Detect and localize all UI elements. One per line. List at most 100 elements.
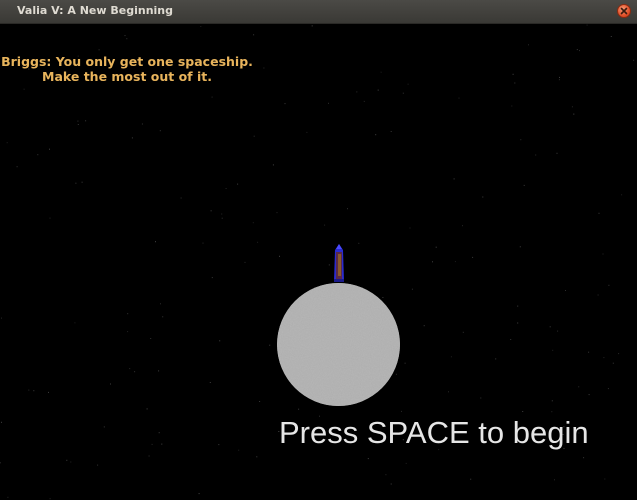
star bbox=[608, 284, 610, 286]
star bbox=[407, 83, 409, 85]
star bbox=[141, 123, 143, 125]
close-button[interactable] bbox=[617, 4, 631, 18]
star bbox=[633, 59, 635, 61]
star bbox=[49, 498, 51, 500]
star bbox=[551, 400, 553, 402]
star bbox=[557, 330, 559, 332]
star bbox=[75, 182, 77, 184]
star bbox=[356, 91, 358, 93]
star bbox=[253, 135, 255, 137]
star bbox=[161, 443, 163, 445]
close-icon bbox=[620, 7, 628, 15]
star bbox=[517, 322, 519, 324]
star bbox=[462, 331, 464, 333]
star bbox=[210, 210, 212, 212]
star bbox=[209, 382, 211, 383]
dialog-line-1: Briggs: You only get one spaceship. bbox=[1, 54, 253, 69]
star bbox=[284, 103, 286, 105]
star bbox=[358, 242, 360, 244]
star bbox=[103, 426, 105, 428]
star bbox=[432, 261, 433, 263]
star bbox=[219, 340, 221, 342]
star bbox=[411, 288, 413, 290]
star bbox=[549, 326, 551, 328]
star bbox=[134, 371, 136, 373]
star bbox=[200, 26, 202, 27]
star bbox=[225, 188, 227, 189]
star bbox=[535, 154, 537, 156]
star bbox=[311, 25, 313, 27]
star bbox=[37, 154, 39, 156]
dialog-line-2: Make the most out of it. bbox=[42, 69, 212, 84]
star bbox=[552, 349, 554, 351]
star bbox=[127, 313, 129, 315]
star bbox=[517, 305, 519, 307]
star bbox=[1, 317, 2, 319]
star bbox=[522, 411, 524, 412]
star bbox=[97, 464, 99, 466]
star bbox=[586, 24, 588, 26]
star bbox=[221, 213, 223, 215]
star bbox=[237, 183, 239, 185]
dialog-text: Briggs: You only get one spaceship. Make… bbox=[0, 54, 254, 84]
star bbox=[279, 255, 280, 257]
star bbox=[579, 50, 580, 52]
star bbox=[244, 261, 246, 263]
star bbox=[126, 38, 128, 40]
star bbox=[588, 351, 590, 353]
star bbox=[480, 397, 482, 399]
star bbox=[151, 443, 153, 445]
star bbox=[276, 212, 278, 214]
star bbox=[380, 71, 382, 73]
star bbox=[33, 390, 35, 392]
spaceship bbox=[334, 244, 344, 282]
star bbox=[405, 462, 407, 464]
star bbox=[66, 459, 68, 461]
star bbox=[221, 217, 223, 219]
star bbox=[160, 303, 161, 305]
star bbox=[583, 457, 585, 459]
star bbox=[298, 408, 300, 410]
star bbox=[1, 421, 2, 423]
star bbox=[98, 49, 100, 51]
star bbox=[618, 353, 620, 355]
star bbox=[367, 458, 369, 460]
star bbox=[252, 222, 254, 224]
star bbox=[470, 478, 472, 480]
title-bar[interactable]: Valia V: A New Beginning bbox=[0, 0, 637, 24]
star bbox=[401, 410, 402, 412]
game-canvas[interactable]: Briggs: You only get one spaceship. Make… bbox=[0, 24, 637, 500]
star bbox=[158, 432, 160, 434]
star bbox=[598, 212, 600, 214]
star bbox=[472, 256, 474, 258]
star bbox=[402, 92, 404, 94]
star bbox=[404, 362, 406, 364]
star bbox=[519, 246, 521, 248]
star bbox=[423, 325, 425, 327]
star bbox=[127, 331, 129, 333]
star bbox=[253, 34, 255, 36]
star bbox=[453, 178, 455, 180]
star bbox=[129, 368, 131, 370]
star bbox=[146, 408, 148, 410]
star bbox=[162, 316, 164, 318]
star bbox=[324, 224, 326, 226]
star bbox=[607, 388, 609, 390]
star bbox=[597, 294, 599, 296]
planet bbox=[277, 283, 400, 406]
star bbox=[375, 134, 377, 136]
star bbox=[328, 102, 329, 104]
star bbox=[448, 391, 449, 393]
star bbox=[495, 358, 497, 360]
star bbox=[603, 357, 605, 359]
star bbox=[131, 137, 133, 139]
planet-texture bbox=[277, 283, 400, 406]
star bbox=[573, 113, 575, 115]
star bbox=[556, 152, 558, 154]
star bbox=[74, 322, 76, 324]
star bbox=[150, 338, 152, 339]
star bbox=[77, 124, 79, 125]
star bbox=[520, 139, 522, 141]
star bbox=[528, 44, 529, 46]
star bbox=[158, 370, 160, 372]
